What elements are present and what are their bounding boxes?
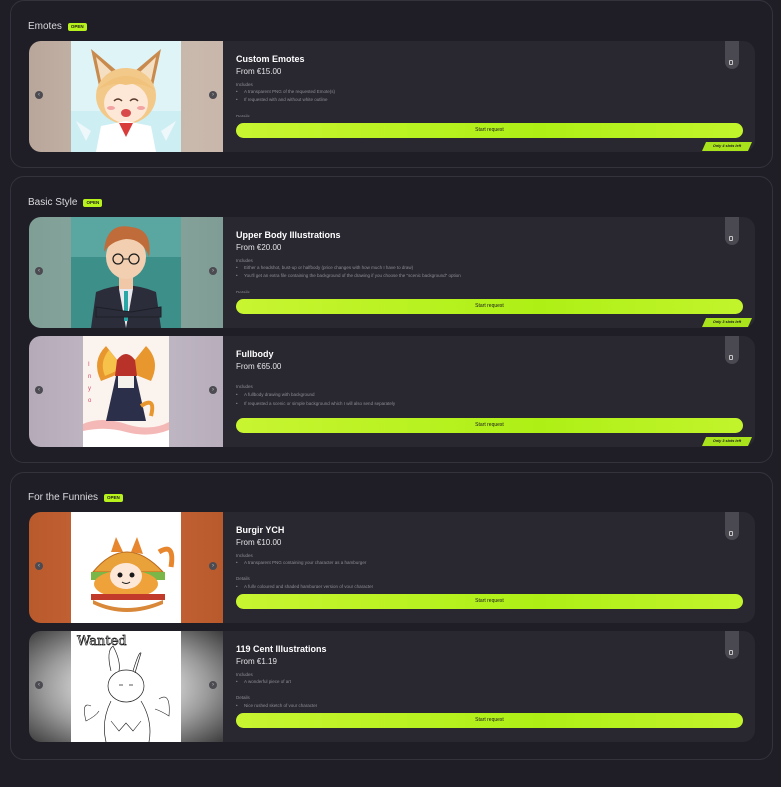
slots-left-ribbon: Only 4 slots left (702, 142, 752, 151)
chevron-left-icon[interactable]: ‹ (35, 681, 43, 689)
details-label: Details (236, 695, 250, 700)
commission-card: I n y o ‹ › Fullbody From €65.00 Include… (29, 336, 755, 447)
chevron-left-icon[interactable]: ‹ (35, 562, 43, 570)
includes-label: Includes (236, 384, 253, 389)
status-badge: OPEN (67, 22, 87, 31)
card-info: Fullbody From €65.00 Includes A fullbody… (236, 336, 743, 447)
start-request-button[interactable]: Start request (236, 123, 743, 138)
section-basic-style: Basic Style OPEN ‹ › Upper Body Illustra… (10, 176, 773, 463)
card-price: From €20.00 (236, 243, 282, 252)
card-info: Upper Body Illustrations From €20.00 Inc… (236, 217, 743, 328)
card-price: From €10.00 (236, 538, 282, 547)
slots-left-ribbon: Only 3 slots left (702, 437, 752, 446)
bookmark-icon (729, 650, 733, 655)
status-badge: OPEN (83, 198, 103, 207)
chevron-right-icon[interactable]: › (209, 267, 217, 275)
artwork-image (71, 512, 181, 623)
details-label: Details (236, 114, 250, 117)
card-price: From €15.00 (236, 67, 282, 76)
card-image-carousel[interactable]: Wanted ‹ › (29, 631, 223, 742)
bookmark-icon (729, 236, 733, 241)
details-item: A fully coloured and shaded hamburger ve… (236, 584, 373, 588)
bookmark-icon (729, 60, 733, 65)
section-title: Basic Style (28, 197, 78, 208)
section-header: Basic Style OPEN (28, 197, 103, 208)
chevron-right-icon[interactable]: › (209, 562, 217, 570)
svg-text:y: y (88, 386, 91, 392)
chevron-left-icon[interactable]: ‹ (35, 91, 43, 99)
start-request-button[interactable]: Start request (236, 418, 743, 433)
card-image-carousel[interactable]: I n y o ‹ › (29, 336, 223, 447)
chevron-right-icon[interactable]: › (209, 386, 217, 394)
card-title: Burgir YCH (236, 525, 285, 535)
card-title: Custom Emotes (236, 54, 305, 64)
commission-card: ‹ › Burgir YCH From €10.00 Includes A tr… (29, 512, 755, 623)
section-title: For the Funnies (28, 492, 99, 503)
wanted-text: Wanted (77, 634, 127, 649)
bookmark-tab[interactable] (725, 217, 739, 245)
details-label: Details (236, 576, 250, 581)
includes-item: A fullbody drawing with background (236, 392, 315, 397)
card-price: From €1.19 (236, 657, 277, 666)
bookmark-icon (729, 355, 733, 360)
card-info: Burgir YCH From €10.00 Includes A transp… (236, 512, 743, 623)
chevron-left-icon[interactable]: ‹ (35, 386, 43, 394)
includes-label: Includes (236, 258, 253, 263)
artwork-image (71, 41, 181, 152)
section-for-the-funnies: For the Funnies OPEN ‹ › Burgir YCH From… (10, 472, 773, 760)
card-title: 119 Cent Illustrations (236, 644, 327, 654)
includes-item: You'll get an extra file containing the … (236, 273, 461, 278)
commission-card: Wanted ‹ › 119 Cent Illustrations From €… (29, 631, 755, 742)
includes-item: A wonderful piece of art (236, 679, 291, 684)
includes-label: Includes (236, 672, 253, 677)
includes-item: If requested a scenic or simple backgrou… (236, 401, 395, 406)
card-title: Upper Body Illustrations (236, 230, 341, 240)
section-header: For the Funnies OPEN (28, 492, 123, 503)
chevron-right-icon[interactable]: › (209, 91, 217, 99)
section-title: Emotes (28, 21, 62, 32)
card-image-carousel[interactable]: ‹ › (29, 217, 223, 328)
section-header: Emotes OPEN (28, 21, 87, 32)
bookmark-tab[interactable] (725, 512, 739, 540)
chevron-left-icon[interactable]: ‹ (35, 267, 43, 275)
start-request-button[interactable]: Start request (236, 713, 743, 728)
commission-card: ‹ › Custom Emotes From €15.00 Includes A… (29, 41, 755, 152)
section-emotes: Emotes OPEN ‹ › Custom Emotes From €15.0… (10, 0, 773, 168)
bookmark-icon (729, 531, 733, 536)
card-image-carousel[interactable]: ‹ › (29, 512, 223, 623)
artwork-image: Wanted (71, 631, 181, 742)
card-image-carousel[interactable]: ‹ › (29, 41, 223, 152)
includes-item: Either a headshot, bust-up or halfbody (… (236, 265, 413, 270)
start-request-button[interactable]: Start request (236, 299, 743, 314)
artwork-image (71, 217, 181, 328)
bookmark-tab[interactable] (725, 631, 739, 659)
includes-item: A transparent PNG containing your charac… (236, 560, 366, 565)
svg-text:n: n (88, 374, 91, 380)
card-info: 119 Cent Illustrations From €1.19 Includ… (236, 631, 743, 742)
details-label: Details (236, 290, 250, 293)
slots-left-ribbon: Only 3 slots left (702, 318, 752, 327)
chevron-right-icon[interactable]: › (209, 681, 217, 689)
details-item: Nice rushed sketch of your character (236, 703, 317, 707)
status-badge: OPEN (104, 493, 123, 502)
start-request-button[interactable]: Start request (236, 594, 743, 609)
includes-item: If requested with and without white outl… (236, 97, 328, 102)
includes-label: Includes (236, 82, 253, 87)
card-price: From €65.00 (236, 362, 282, 371)
card-title: Fullbody (236, 349, 274, 359)
artwork-image: I n y o (83, 336, 169, 447)
card-info: Custom Emotes From €15.00 Includes A tra… (236, 41, 743, 152)
bookmark-tab[interactable] (725, 41, 739, 69)
includes-item: A transparent PNG of the requested Emote… (236, 89, 335, 94)
bookmark-tab[interactable] (725, 336, 739, 364)
commission-card: ‹ › Upper Body Illustrations From €20.00… (29, 217, 755, 328)
includes-label: Includes (236, 553, 253, 558)
